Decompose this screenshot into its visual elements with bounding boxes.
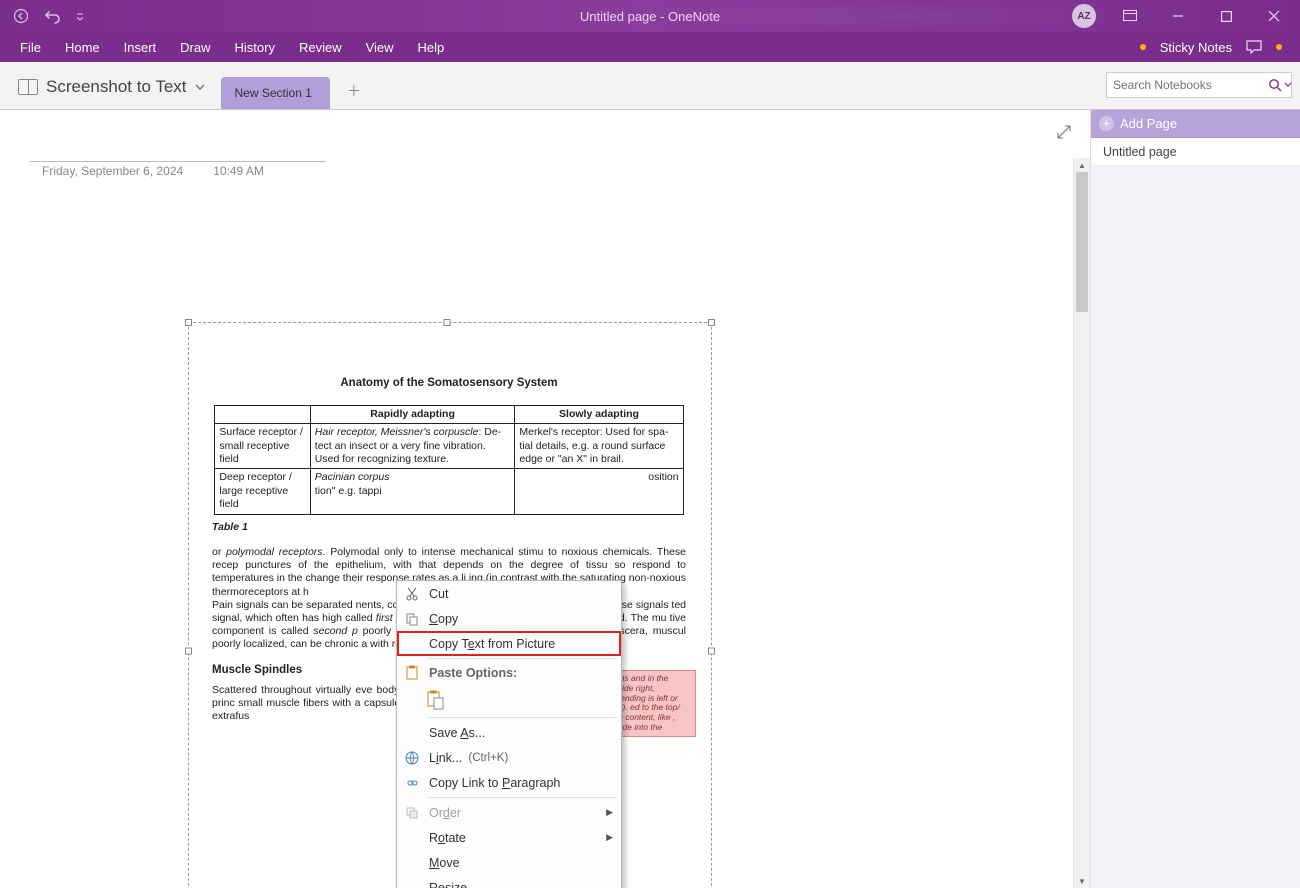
minimize-button[interactable] [1158, 2, 1198, 30]
tab-file[interactable]: File [8, 34, 53, 61]
notebook-selector[interactable]: Screenshot to Text [8, 71, 215, 103]
resize-handle-tl[interactable] [185, 319, 192, 326]
td-r1c1: Hair receptor, Meissner's corpuscle: De-… [310, 424, 515, 469]
ctx-separator [427, 658, 617, 659]
td-r2c0: Deep receptor / large receptive field [215, 469, 310, 514]
chevron-down-icon [195, 82, 205, 92]
tab-help[interactable]: Help [406, 34, 457, 61]
note-canvas[interactable]: ▲ ▼ Friday, September 6, 2024 10:49 AM A… [0, 110, 1090, 888]
ctx-copy-link-paragraph[interactable]: Copy Link to Paragraph [397, 770, 621, 795]
notebook-name: Screenshot to Text [46, 77, 187, 97]
search-icon[interactable] [1268, 78, 1292, 92]
undo-button[interactable] [44, 7, 62, 25]
td-r2c1: Pacinian corpustion" e.g. tappi [310, 469, 515, 514]
page-panel: + Add Page Untitled page [1090, 110, 1300, 888]
link-icon [403, 749, 421, 767]
copy-icon [403, 610, 421, 628]
vertical-scrollbar[interactable]: ▲ ▼ [1073, 158, 1090, 888]
ctx-link[interactable]: Link... (Ctrl+K) [397, 745, 621, 770]
doc-table: Rapidly adapting Slowly adapting Surface… [214, 405, 683, 515]
ctx-order: Order ▶ [397, 800, 621, 825]
submenu-arrow-icon: ▶ [606, 832, 613, 843]
ctx-paste-option-keep[interactable] [397, 685, 621, 715]
close-button[interactable] [1254, 2, 1294, 30]
scroll-thumb[interactable] [1076, 172, 1088, 312]
resize-handle-ml[interactable] [185, 648, 192, 655]
add-page-button[interactable]: + Add Page [1091, 110, 1300, 138]
th-col2: Slowly adapting [515, 405, 683, 423]
sticky-notes-button[interactable]: Sticky Notes [1160, 40, 1232, 55]
ctx-save-as[interactable]: Save As... [397, 720, 621, 745]
notebook-icon [18, 79, 38, 95]
feedback-icon[interactable] [1246, 40, 1262, 54]
status-dot-icon [1140, 44, 1146, 50]
submenu-arrow-icon: ▶ [606, 807, 613, 818]
table-caption: Table 1 [212, 521, 704, 534]
ribbon-tabs: File Home Insert Draw History Review Vie… [0, 32, 1300, 62]
ctx-cut[interactable]: Cut [397, 581, 621, 606]
maximize-button[interactable] [1206, 2, 1246, 30]
add-section-button[interactable]: ＋ [342, 79, 366, 103]
paste-icon [403, 664, 421, 682]
title-underline [30, 158, 326, 162]
window-title: Untitled page - OneNote [580, 9, 720, 24]
td-r2c2: osition [515, 469, 683, 514]
qat-customize-icon[interactable] [76, 7, 84, 25]
page-header: Friday, September 6, 2024 10:49 AM [30, 158, 326, 178]
user-avatar[interactable]: AZ [1072, 4, 1096, 28]
resize-handle-tr[interactable] [708, 319, 715, 326]
scroll-up-arrow-icon[interactable]: ▲ [1074, 158, 1090, 172]
page-time: 10:49 AM [213, 164, 264, 178]
ctx-separator [427, 797, 617, 798]
link-para-icon [403, 774, 421, 792]
main-area: ▲ ▼ Friday, September 6, 2024 10:49 AM A… [0, 110, 1300, 888]
tab-review[interactable]: Review [287, 34, 354, 61]
section-tab-label: New Section 1 [235, 86, 312, 100]
title-bar: Untitled page - OneNote AZ [0, 0, 1300, 32]
cut-icon [403, 585, 421, 603]
doc-title: Anatomy of the Somatosensory System [194, 376, 704, 391]
page-date: Friday, September 6, 2024 [42, 164, 183, 178]
td-r1c2: Merkel's receptor: Used for spa-tial det… [515, 424, 683, 469]
plus-icon: + [1099, 116, 1114, 131]
context-menu: Cut Copy Copy Text from Picture Paste Op… [396, 580, 622, 888]
td-r1c0: Surface receptor / small receptive field [215, 424, 310, 469]
tab-draw[interactable]: Draw [168, 34, 222, 61]
search-notebooks[interactable] [1106, 72, 1292, 98]
page-list-item-label: Untitled page [1103, 145, 1177, 159]
resize-handle-tm[interactable] [444, 319, 451, 326]
expand-icon[interactable] [1056, 124, 1072, 140]
back-button[interactable] [12, 7, 30, 25]
tab-view[interactable]: View [354, 34, 406, 61]
section-tab-new-section-1[interactable]: New Section 1 [221, 77, 330, 109]
scroll-down-arrow-icon[interactable]: ▼ [1074, 874, 1090, 888]
order-icon [403, 804, 421, 822]
search-input[interactable] [1113, 78, 1268, 92]
ctx-link-accel: (Ctrl+K) [468, 752, 508, 764]
ribbon-display-button[interactable] [1110, 2, 1150, 30]
ctx-copy-text-from-picture[interactable]: Copy Text from Picture [397, 631, 621, 656]
add-page-label: Add Page [1120, 116, 1177, 131]
resize-handle-mr[interactable] [708, 648, 715, 655]
page-list-item[interactable]: Untitled page [1091, 138, 1300, 166]
ctx-move[interactable]: Move [397, 850, 621, 875]
ctx-resize[interactable]: Resize [397, 875, 621, 888]
tab-insert[interactable]: Insert [112, 34, 169, 61]
th-col1: Rapidly adapting [310, 405, 515, 423]
tab-home[interactable]: Home [53, 34, 112, 61]
ctx-rotate[interactable]: Rotate ▶ [397, 825, 621, 850]
ctx-separator [427, 717, 617, 718]
ctx-paste-options-header: Paste Options: [397, 661, 621, 685]
section-bar: Screenshot to Text New Section 1 ＋ [0, 62, 1300, 110]
status-dot-2-icon [1276, 44, 1282, 50]
tab-history[interactable]: History [223, 34, 287, 61]
quick-access-toolbar [0, 7, 84, 25]
paste-keep-icon [427, 691, 445, 709]
ctx-copy[interactable]: Copy [397, 606, 621, 631]
